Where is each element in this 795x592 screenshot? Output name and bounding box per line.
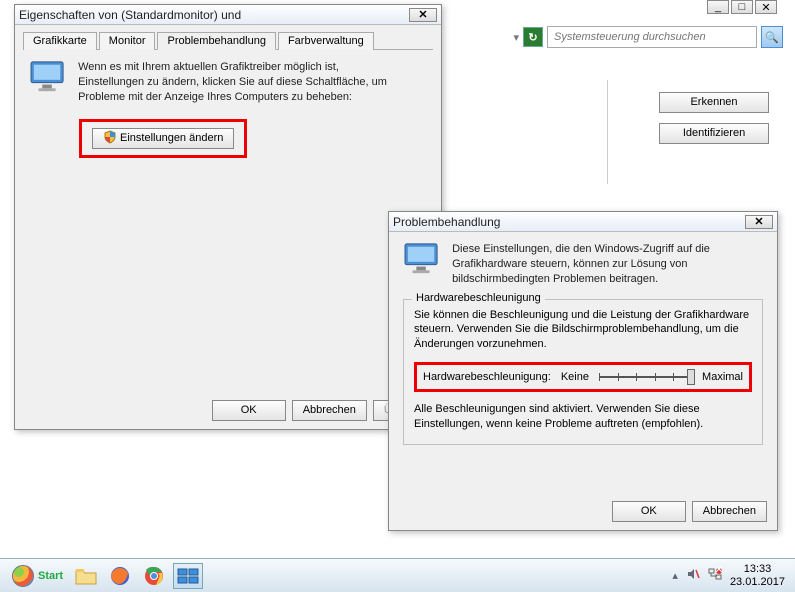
fieldset-description: Sie können die Beschleunigung und die Le… xyxy=(414,308,752,353)
firefox-icon[interactable] xyxy=(105,563,135,589)
intro-text: Diese Einstellungen, die den Windows-Zug… xyxy=(452,242,752,287)
svg-text:✕: ✕ xyxy=(714,567,722,576)
display-actions-panel: Erkennen Identifizieren xyxy=(607,80,777,184)
window-title: Problembehandlung xyxy=(393,215,745,229)
system-tray: ▴ ✕ 13:33 23.01.2017 xyxy=(672,563,789,587)
slider-max-label: Maximal xyxy=(702,371,743,383)
tab-row: Grafikkarte Monitor Problembehandlung Fa… xyxy=(23,31,433,50)
nav-row: ▾ ↻ 🔍 xyxy=(513,26,783,48)
identify-button[interactable]: Identifizieren xyxy=(659,123,769,144)
ok-button[interactable]: OK xyxy=(612,501,686,522)
monitor-icon xyxy=(29,60,67,94)
minimize-button[interactable]: _ xyxy=(707,0,729,14)
uac-shield-icon xyxy=(103,130,117,144)
change-settings-button[interactable]: Einstellungen ändern xyxy=(92,128,234,149)
refresh-button[interactable]: ↻ xyxy=(523,27,543,47)
start-label: Start xyxy=(38,570,63,582)
close-button[interactable]: ✕ xyxy=(745,215,773,229)
tab-monitor[interactable]: Monitor xyxy=(99,32,156,50)
slider-label: Hardwarebeschleunigung: xyxy=(423,371,551,383)
properties-dialog: Eigenschaften von (Standardmonitor) und … xyxy=(14,4,442,430)
accel-note: Alle Beschleunigungen sind aktiviert. Ve… xyxy=(414,402,752,432)
start-button[interactable]: Start xyxy=(6,563,69,589)
dialog-buttons: OK Abbrechen xyxy=(612,501,767,522)
search-button[interactable]: 🔍 xyxy=(761,26,783,48)
change-settings-label: Einstellungen ändern xyxy=(120,132,223,144)
titlebar: Problembehandlung ✕ xyxy=(389,212,777,232)
clock-time: 13:33 xyxy=(730,563,785,575)
monitor-icon xyxy=(403,242,441,276)
highlight-box: Einstellungen ändern xyxy=(79,119,247,158)
hw-accel-fieldset: Hardwarebeschleunigung Sie können die Be… xyxy=(403,299,763,445)
slider-min-label: Keine xyxy=(561,371,589,383)
explorer-icon[interactable] xyxy=(71,563,101,589)
show-hidden-icon[interactable]: ▴ xyxy=(672,569,678,582)
ok-button[interactable]: OK xyxy=(212,400,286,421)
tab-panel: Wenn es mit Ihrem aktuellen Grafiktreibe… xyxy=(15,50,441,168)
bg-window-controls: _ □ ✕ xyxy=(707,0,777,14)
maximize-button[interactable]: □ xyxy=(731,0,753,14)
windows-orb-icon xyxy=(12,565,34,587)
window-title: Eigenschaften von (Standardmonitor) und xyxy=(19,8,409,22)
close-button[interactable]: ✕ xyxy=(755,0,777,14)
troubleshoot-dialog: Problembehandlung ✕ Diese Einstellungen,… xyxy=(388,211,778,531)
search-input[interactable] xyxy=(547,26,757,48)
hw-accel-slider[interactable] xyxy=(599,376,692,378)
tab-color[interactable]: Farbverwaltung xyxy=(278,32,374,50)
cancel-button[interactable]: Abbrechen xyxy=(292,400,367,421)
taskbar: Start ▴ ✕ 13:33 23.01.2017 xyxy=(0,558,795,592)
speaker-icon[interactable] xyxy=(686,567,700,584)
clock[interactable]: 13:33 23.01.2017 xyxy=(730,563,785,587)
breadcrumb-sep-icon: ▾ xyxy=(513,31,519,44)
cancel-button[interactable]: Abbrechen xyxy=(692,501,767,522)
search-icon: 🔍 xyxy=(765,31,779,44)
close-button[interactable]: ✕ xyxy=(409,8,437,22)
highlight-box: Hardwarebeschleunigung: Keine Maximal xyxy=(414,362,752,392)
titlebar: Eigenschaften von (Standardmonitor) und … xyxy=(15,5,441,25)
tab-troubleshoot[interactable]: Problembehandlung xyxy=(157,32,275,50)
dialog-body: Diese Einstellungen, die den Windows-Zug… xyxy=(389,232,777,455)
tab-graphics[interactable]: Grafikkarte xyxy=(23,32,97,50)
troubleshoot-description: Wenn es mit Ihrem aktuellen Grafiktreibe… xyxy=(78,60,388,105)
fieldset-legend: Hardwarebeschleunigung xyxy=(412,292,545,304)
chrome-icon[interactable] xyxy=(139,563,169,589)
slider-thumb[interactable] xyxy=(687,369,695,385)
network-icon[interactable]: ✕ xyxy=(708,567,722,584)
hw-accel-slider-row: Hardwarebeschleunigung: Keine Maximal xyxy=(423,371,743,383)
clock-date: 23.01.2017 xyxy=(730,576,785,588)
detect-button[interactable]: Erkennen xyxy=(659,92,769,113)
active-task-icon[interactable] xyxy=(173,563,203,589)
